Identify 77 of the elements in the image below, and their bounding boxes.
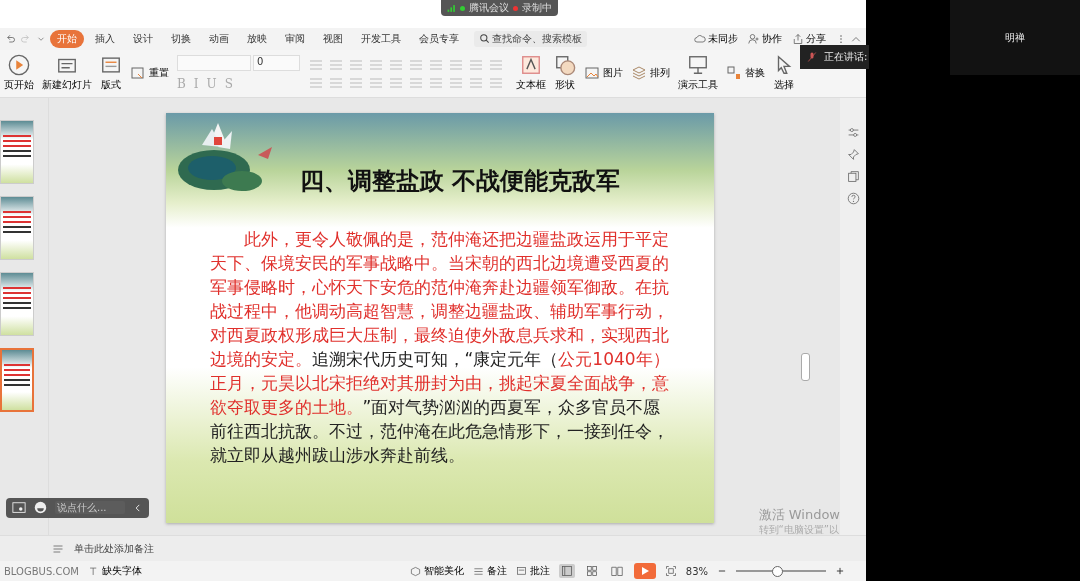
ribbon-tab[interactable]: 放映 — [240, 29, 274, 48]
view-button[interactable] — [608, 564, 625, 579]
person-add-icon[interactable] — [748, 32, 760, 45]
speaking-label: 正在讲话: — [824, 50, 868, 64]
play-icon[interactable] — [8, 54, 30, 77]
font-field[interactable] — [177, 55, 251, 72]
play-icon — [639, 566, 650, 577]
ribbon-button[interactable]: 页开始 — [4, 54, 34, 93]
ribbon-tab[interactable]: 开发工具 — [354, 29, 408, 48]
ribbon-button[interactable]: 演示工具 — [678, 54, 718, 93]
slide-thumbnail[interactable] — [0, 119, 34, 184]
pin-icon[interactable] — [846, 147, 860, 161]
ribbon-button[interactable]: 替换 — [726, 65, 765, 82]
notes-button[interactable]: 备注 — [472, 564, 507, 579]
ribbon-button[interactable]: 文本框 — [516, 54, 546, 93]
ribbon-tab[interactable]: 切换 — [164, 29, 198, 48]
toolbar-button[interactable]: 未同步 — [694, 31, 738, 46]
fit-icon[interactable] — [664, 565, 677, 578]
toolbar-button[interactable]: 协作 — [748, 31, 782, 46]
ribbon-tab[interactable]: 视图 — [316, 29, 350, 48]
cloud-icon[interactable] — [694, 32, 706, 45]
status-text: BLOGBUS.COM — [4, 565, 79, 577]
ribbon-tab[interactable]: 审阅 — [278, 29, 312, 48]
zoom-in-icon[interactable] — [835, 566, 845, 577]
search-icon[interactable] — [479, 33, 490, 45]
notes-field[interactable]: 单击此处添加备注 — [72, 542, 206, 556]
missing-font-button[interactable]: 缺失字体 — [87, 564, 142, 579]
play-button[interactable] — [633, 563, 656, 580]
chat-input[interactable]: 说点什么... — [55, 501, 125, 515]
slide-title: 四、调整盐政 不战便能克敌军 — [299, 165, 621, 197]
ribbon-button[interactable]: 图片 — [584, 65, 623, 82]
reset-icon[interactable] — [130, 65, 146, 82]
ribbon-button[interactable]: 版式 — [100, 54, 122, 93]
notes-icon[interactable] — [472, 565, 484, 577]
shapes-icon[interactable] — [554, 54, 576, 77]
activation-watermark: 激活 Window — [758, 505, 840, 523]
screen-share-icon[interactable] — [12, 500, 26, 515]
projector-icon[interactable] — [687, 54, 709, 77]
toolbar-button[interactable]: 分享 — [792, 31, 826, 46]
view-button[interactable] — [558, 564, 575, 579]
font-size-field[interactable]: 0 — [253, 55, 300, 72]
help-icon[interactable] — [846, 191, 860, 205]
recording-label: 录制中 — [522, 1, 552, 15]
signal-icon[interactable] — [447, 3, 456, 13]
ribbon-button[interactable]: 形状 — [554, 54, 576, 93]
mic-muted-icon[interactable] — [806, 51, 818, 63]
meeting-app-name: 腾讯会议 — [469, 1, 509, 15]
slider-thumb[interactable] — [771, 566, 783, 578]
scroll-thumb[interactable] — [801, 352, 810, 381]
ribbon-button[interactable]: 排列 — [631, 65, 670, 82]
text-box-icon[interactable] — [520, 54, 542, 77]
ribbon-tab[interactable]: 设计 — [126, 29, 160, 48]
cube-icon[interactable] — [409, 565, 421, 577]
slide-thumbnail[interactable] — [0, 271, 34, 336]
comments-button[interactable]: 批注 — [515, 564, 550, 579]
participant-name: 明禅 — [1005, 30, 1025, 45]
zoom-level[interactable]: 83% — [685, 565, 708, 577]
beautify-button[interactable]: 智能美化 — [409, 564, 464, 579]
ribbon-tab[interactable]: 插入 — [88, 29, 122, 48]
comment-icon[interactable] — [515, 565, 527, 577]
ribbon-button[interactable]: 选择 — [773, 54, 795, 93]
share-icon[interactable] — [792, 32, 804, 45]
ribbon-tab[interactable]: 动画 — [202, 29, 236, 48]
search-field[interactable]: 查找命令、搜索模板 — [474, 30, 587, 47]
slide-paragraph: 此外，更令人敬佩的是，范仲淹还把边疆盐政运用于平定天下、保境安民的军事战略中。当宋朝的西北边境遭受西夏的军事侵略时，心怀天下安危的范仲淹奔赴边疆领军御敌。在抗战过程中，他调动高超智慧，调整边疆盐政、辅助军事行动，对西夏政权形成巨大压制，最终迫使外敌息兵求和，实现西北边境的安定。追溯宋代历史可知，“康定元年（公元1040年）正月，元昊以北宋拒绝对其册封为由，挑起宋夏全面战争，意欲夺取更多的土地。”面对气势汹汹的西夏军，众多官员不愿前往西北抗敌。不过，范仲淹在此危急情形下，一接到任令，就立即从越州跋山涉水奔赴前线。 — [209, 227, 671, 467]
ribbon-tab[interactable]: 会员专享 — [412, 29, 466, 48]
ribbon-button[interactable]: 重置 — [130, 65, 169, 82]
font-icon[interactable] — [87, 565, 99, 577]
sliders-icon[interactable] — [846, 125, 860, 139]
copy-icon[interactable] — [846, 169, 860, 183]
emoji-icon[interactable] — [34, 501, 47, 515]
replace-icon[interactable] — [726, 65, 742, 82]
layers-icon[interactable] — [631, 65, 647, 82]
ribbon-button[interactable]: 新建幻灯片 — [42, 54, 92, 93]
slide-thumbnail[interactable] — [0, 195, 34, 260]
slide-thumbnail[interactable] — [0, 347, 34, 412]
image-icon[interactable] — [584, 65, 600, 82]
